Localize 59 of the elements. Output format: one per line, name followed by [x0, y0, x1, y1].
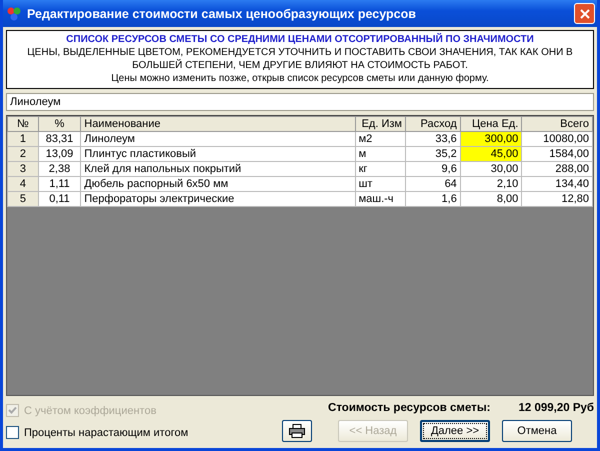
- table-cell: 13,09: [38, 146, 81, 162]
- table-cell[interactable]: 2,10: [460, 176, 522, 192]
- row-number: 4: [8, 176, 38, 192]
- info-note: Цены можно изменить позже, открыв список ресурсов сметы или данную форму.: [110, 72, 490, 85]
- total-label: Стоимость ресурсов сметы:: [328, 402, 490, 414]
- close-icon: [580, 8, 590, 18]
- app-icon: [6, 6, 22, 22]
- table-cell: Клей для напольных покрытий: [80, 162, 356, 176]
- info-heading: СПИСОК РЕСУРСОВ СМЕТЫ СО СРЕДНИМИ ЦЕНАМИ ОТСОРТИРОВАННЫЙ ПО ЗНАЧИМОСТИ: [65, 33, 535, 46]
- checkbox-label: Проценты нарастающим итогом: [24, 426, 188, 438]
- table-cell: 64: [405, 176, 460, 192]
- table-cell: м: [355, 146, 406, 162]
- checkbox[interactable]: [6, 426, 19, 439]
- table-cell: 33,6: [405, 132, 460, 146]
- table-cell: 9,6: [405, 162, 460, 176]
- table-cell: 2,38: [38, 162, 81, 176]
- name-field[interactable]: Линолеум: [6, 93, 594, 111]
- table-cell: 1,11: [38, 176, 81, 192]
- checkbox-label: С учётом коэффициентов: [24, 404, 156, 416]
- table-cell: кг: [355, 162, 406, 176]
- table-cell: маш.-ч: [355, 192, 406, 206]
- row-number: 2: [8, 146, 38, 162]
- table-cell: Плинтус пластиковый: [80, 146, 356, 162]
- table-cell[interactable]: 300,00: [460, 132, 522, 146]
- table-cell: 10080,00: [522, 132, 592, 146]
- table-cell: 134,40: [522, 176, 592, 192]
- table-cell: шт: [355, 176, 406, 192]
- table-cell: 1,6: [405, 192, 460, 206]
- table-cell: 12,80: [522, 192, 592, 206]
- table-cell: 35,2: [405, 146, 460, 162]
- table-cell: Дюбель распорный 6х50 мм: [80, 176, 356, 192]
- printer-icon: [289, 424, 305, 438]
- table-cell: Перфораторы электрические: [80, 192, 356, 206]
- table-cell: м2: [355, 132, 406, 146]
- info-warning: ЦЕНЫ, ВЫДЕЛЕННЫЕ ЦВЕТОМ, РЕКОМЕНДУЕТСЯ УТОЧНИТЬ И ПОСТАВИТЬ СВОИ ЗНАЧЕНИЯ, ТАК КАК ОНИ В БОЛЬШЕЙ СТЕПЕНИ, ЧЕМ ДРУГИЕ ВЛИЯЮТ НА СТОИМОСТЬ РАБОТ.: [26, 46, 574, 72]
- column-header[interactable]: Ед. Изм: [355, 116, 406, 132]
- cancel-button[interactable]: Отмена: [502, 420, 572, 442]
- column-header[interactable]: %: [38, 116, 81, 132]
- window-title: Редактирование стоимости самых ценообразующих ресурсов: [27, 6, 417, 20]
- row-number: 1: [8, 132, 38, 146]
- table-cell[interactable]: 45,00: [460, 146, 522, 162]
- table-cell[interactable]: 30,00: [460, 162, 522, 176]
- column-header[interactable]: №: [8, 116, 38, 132]
- table-cell: 83,31: [38, 132, 81, 146]
- print-button[interactable]: [282, 420, 312, 442]
- column-header[interactable]: Цена Ед.: [460, 116, 522, 132]
- table-cell: 1584,00: [522, 146, 592, 162]
- table-cell: 288,00: [522, 162, 592, 176]
- column-header[interactable]: Наименование: [80, 116, 356, 132]
- table-cell: Линолеум: [80, 132, 356, 146]
- row-number: 5: [8, 192, 38, 206]
- close-button[interactable]: [574, 3, 595, 24]
- row-number: 3: [8, 162, 38, 176]
- column-header[interactable]: Расход: [405, 116, 460, 132]
- table-cell[interactable]: 8,00: [460, 192, 522, 206]
- total-value: 12 099,20 Руб: [518, 402, 594, 414]
- column-header[interactable]: Всего: [522, 116, 592, 132]
- next-button[interactable]: Далее >>: [420, 420, 490, 442]
- table-cell: 0,11: [38, 192, 81, 206]
